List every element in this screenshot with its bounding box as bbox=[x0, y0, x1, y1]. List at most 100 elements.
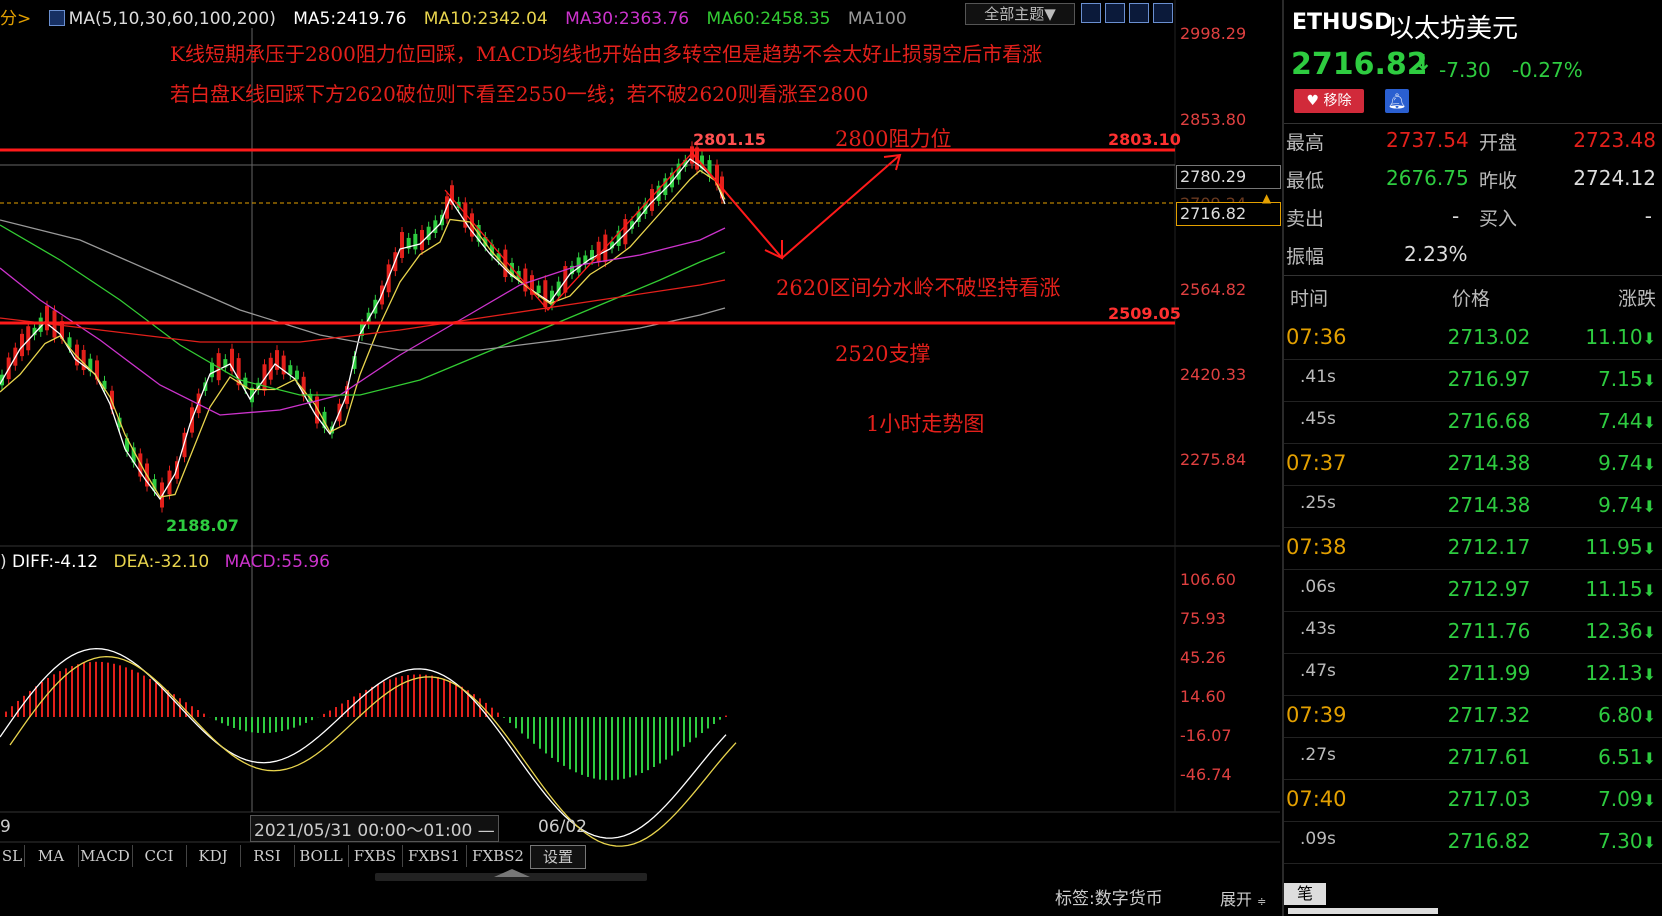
chart-type-icon[interactable] bbox=[48, 10, 65, 26]
price-tick: 2564.82 bbox=[1180, 280, 1247, 299]
candle-up bbox=[523, 268, 528, 292]
indicator-tab[interactable]: FXBS2 bbox=[466, 845, 531, 867]
indicator-tab[interactable]: MA bbox=[24, 845, 79, 867]
tick-change-value: 7.44 bbox=[1598, 409, 1643, 433]
time-axis-date-label: 06/02 bbox=[538, 817, 587, 837]
analysis-line-2: 若白盘K线回踩下方2620破位则下看至2550一线；若不破2620则看涨至280… bbox=[170, 82, 869, 106]
support-annotation: 2520支撑 bbox=[835, 342, 931, 366]
tick-change: 12.13⬇ bbox=[1585, 661, 1656, 685]
open-label: 开盘 bbox=[1479, 132, 1518, 154]
timeframe-annotation: 1小时走势图 bbox=[866, 412, 985, 436]
tick-time: 07:40 bbox=[1286, 787, 1347, 811]
tick-row: 07:39 2717.32 6.80⬇ bbox=[1284, 695, 1662, 738]
macd-tick: -46.74 bbox=[1180, 765, 1232, 784]
price-alert-icon[interactable]: ▲ bbox=[1262, 191, 1271, 205]
tab-bi[interactable]: 笔 bbox=[1284, 883, 1326, 905]
remove-watch-button[interactable]: ♥ 移除 bbox=[1294, 89, 1364, 113]
indicator-tab[interactable]: FXBS bbox=[348, 845, 403, 867]
grid-layout-icon[interactable] bbox=[1081, 3, 1101, 23]
prev-close-value: 2724.12 bbox=[1573, 166, 1656, 190]
projection-arrow bbox=[691, 152, 901, 260]
prev-close-label: 昨收 bbox=[1479, 170, 1518, 192]
tick-row: .06s 2712.97 11.15⬇ bbox=[1284, 569, 1662, 612]
macd-value: MACD:55.96 bbox=[224, 552, 330, 572]
theme-dropdown[interactable]: 全部主题▼ bbox=[965, 3, 1075, 25]
tick-row: 07:38 2712.17 11.95⬇ bbox=[1284, 527, 1662, 570]
alert-bell-icon[interactable]: 🔔︎ bbox=[1385, 89, 1409, 113]
tick-change: 11.10⬇ bbox=[1585, 325, 1656, 349]
tick-change-value: 7.09 bbox=[1598, 787, 1643, 811]
down-arrow-icon: ⬇ bbox=[1642, 791, 1656, 810]
layout-three-icon[interactable] bbox=[1129, 3, 1149, 23]
price-change: -7.30 bbox=[1439, 58, 1491, 82]
tick-change-value: 11.15 bbox=[1585, 577, 1643, 601]
indicator-tab[interactable]: KDJ bbox=[186, 845, 241, 867]
indicator-tab[interactable]: FXBS1 bbox=[402, 845, 467, 867]
price-tick: 2275.84 bbox=[1180, 450, 1247, 469]
ma100-value: MA100 bbox=[847, 9, 907, 29]
tick-row: 07:40 2717.03 7.09⬇ bbox=[1284, 779, 1662, 822]
candle-down bbox=[536, 285, 541, 294]
tag-label[interactable]: 标签:数字货币 bbox=[1055, 884, 1163, 909]
kline-chart-svg[interactable] bbox=[0, 0, 1280, 916]
layout-four-icon[interactable] bbox=[1153, 3, 1173, 23]
scrollbar-handle-icon[interactable] bbox=[494, 869, 530, 877]
tick-change: 6.51⬇ bbox=[1598, 745, 1656, 769]
quote-panel: ETHUSD 以太坊美元 2716.82 ↓ -7.30 -0.27% ♥ 移除… bbox=[1282, 0, 1662, 916]
tick-row: 07:36 2713.02 11.10⬇ bbox=[1284, 317, 1662, 360]
indicator-tab[interactable]: RSI bbox=[240, 845, 295, 867]
down-arrow-icon: ⬇ bbox=[1642, 413, 1656, 432]
tick-time: 07:39 bbox=[1286, 703, 1347, 727]
crosshair-time-label: 2021/05/31 00:00～01:00 — bbox=[250, 815, 499, 842]
down-arrow-icon: ⬇ bbox=[1642, 749, 1656, 768]
macd-tick: 75.93 bbox=[1180, 609, 1226, 628]
layout-two-icon[interactable] bbox=[1105, 3, 1125, 23]
candle-down bbox=[295, 370, 299, 380]
tick-change: 6.80⬇ bbox=[1598, 703, 1656, 727]
expand-button[interactable]: 展开 ≑ bbox=[1220, 886, 1266, 910]
sell-value: - bbox=[1452, 204, 1460, 228]
amplitude-label: 振幅 bbox=[1286, 246, 1325, 268]
down-arrow-icon: ⬇ bbox=[1642, 497, 1656, 516]
tick-price: 2717.61 bbox=[1447, 745, 1531, 769]
tick-price: 2717.32 bbox=[1447, 703, 1531, 727]
tick-time: .41s bbox=[1300, 367, 1336, 387]
tick-price: 2714.38 bbox=[1447, 451, 1531, 475]
tick-change-value: 7.15 bbox=[1598, 367, 1643, 391]
candle-down bbox=[288, 365, 293, 375]
indicator-tab[interactable]: MACD bbox=[78, 845, 133, 867]
tick-change-value: 7.30 bbox=[1598, 829, 1643, 853]
tick-change-value: 9.74 bbox=[1598, 493, 1643, 517]
indicator-tab[interactable]: BOLL bbox=[294, 845, 349, 867]
tick-time: .47s bbox=[1300, 661, 1336, 681]
tick-change-value: 6.80 bbox=[1598, 703, 1643, 727]
trend-zigzag bbox=[444, 152, 693, 311]
low-marker-label: 2188.07 bbox=[166, 516, 239, 535]
tick-time: 07:38 bbox=[1286, 535, 1347, 559]
macd-tick: 106.60 bbox=[1180, 570, 1236, 589]
candle-up bbox=[503, 249, 508, 278]
low-value: 2676.75 bbox=[1386, 166, 1469, 190]
price-change-pct: -0.27% bbox=[1512, 58, 1583, 82]
period-label[interactable]: 分> bbox=[0, 9, 31, 29]
down-arrow-icon: ⬇ bbox=[1642, 581, 1656, 600]
down-arrow-icon: ⬇ bbox=[1642, 539, 1656, 558]
expand-icon: ≑ bbox=[1257, 895, 1267, 908]
tick-change: 7.44⬇ bbox=[1598, 409, 1656, 433]
crosshair-price-label: 2780.29 bbox=[1176, 165, 1281, 189]
tick-change-value: 11.95 bbox=[1585, 535, 1643, 559]
tick-row: .25s 2714.38 9.74⬇ bbox=[1284, 485, 1662, 528]
low-label: 最低 bbox=[1286, 170, 1325, 192]
tick-time: .09s bbox=[1300, 829, 1336, 849]
panel-scrollbar[interactable] bbox=[1288, 908, 1438, 914]
macd-params: ) bbox=[0, 552, 7, 572]
indicator-tab[interactable]: SL bbox=[0, 845, 25, 867]
price-tick: 2853.80 bbox=[1180, 110, 1247, 129]
symbol-code: ETHUSD bbox=[1292, 10, 1393, 35]
diff-value: DIFF:-4.12 bbox=[12, 552, 99, 572]
indicator-tab[interactable]: 设置 bbox=[530, 845, 586, 869]
candle-up bbox=[45, 305, 49, 331]
high-label: 最高 bbox=[1286, 132, 1325, 154]
kline-chart-area[interactable]: 分> MA(5,10,30,60,100,200) MA5:2419.76 MA… bbox=[0, 0, 1281, 916]
indicator-tab[interactable]: CCI bbox=[132, 845, 187, 867]
